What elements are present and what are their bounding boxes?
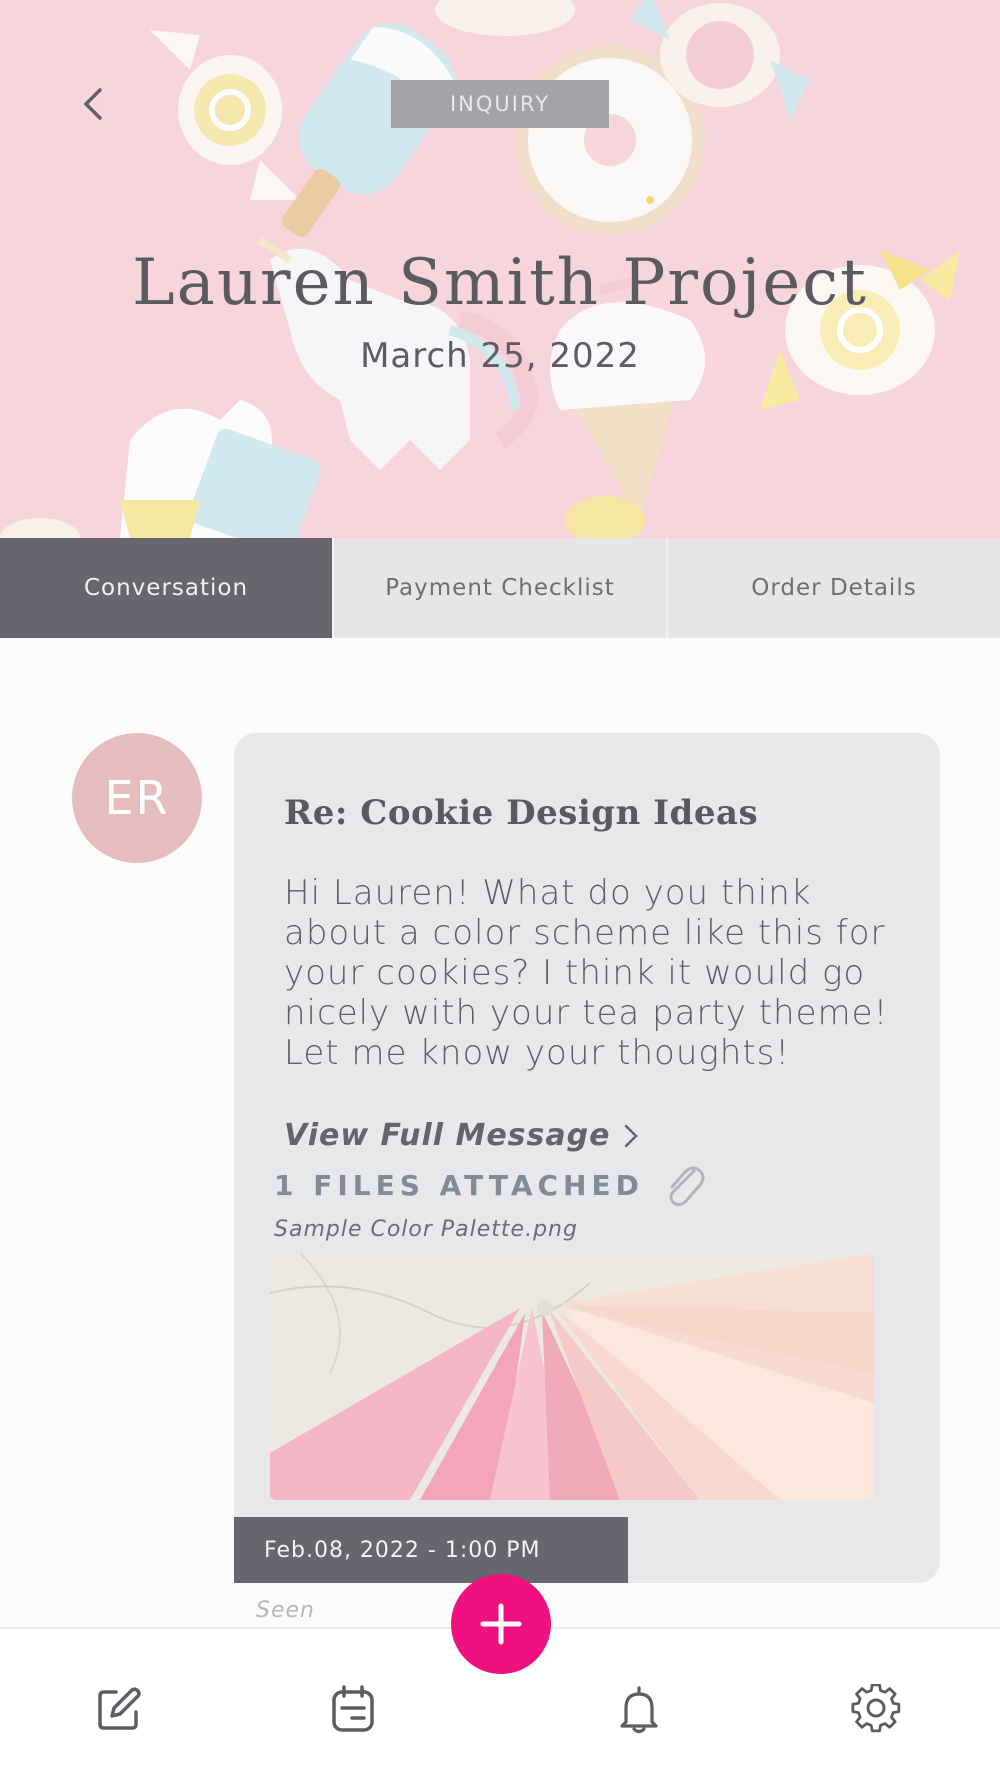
settings-button[interactable] — [851, 1683, 901, 1734]
piping-bags-photo — [270, 1253, 874, 1500]
calendar-button[interactable] — [328, 1684, 378, 1734]
view-full-message-link[interactable]: View Full Message — [284, 1118, 640, 1153]
attachment-image[interactable] — [270, 1253, 874, 1500]
plus-icon — [480, 1603, 522, 1645]
gear-icon — [851, 1683, 901, 1733]
calendar-icon — [332, 1685, 374, 1732]
paperclip-icon — [669, 1166, 705, 1207]
tab-bar: Conversation Payment Checklist Order Det… — [0, 538, 1000, 638]
message-body: Hi Lauren! What do you think about a col… — [284, 873, 889, 1073]
view-full-message-label: View Full Message — [284, 1118, 611, 1153]
bell-icon — [620, 1686, 658, 1734]
add-button[interactable] — [451, 1574, 551, 1674]
files-attached-header: 1 FILES ATTACHED — [274, 1161, 706, 1209]
message-subject: Re: Cookie Design Ideas — [284, 793, 759, 833]
tab-conversation[interactable]: Conversation — [0, 538, 332, 638]
read-status: Seen — [256, 1598, 315, 1623]
avatar: ER — [72, 733, 202, 863]
status-badge: INQUIRY — [391, 80, 609, 128]
files-attached-label: 1 FILES ATTACHED — [274, 1168, 644, 1202]
message-card: Re: Cookie Design Ideas Hi Lauren! What … — [234, 733, 940, 1583]
tab-order-details[interactable]: Order Details — [666, 538, 1000, 638]
chevron-left-icon — [83, 88, 102, 120]
hero-header: INQUIRY Lauren Smith Project March 25, 2… — [0, 0, 1000, 538]
tab-payment-checklist[interactable]: Payment Checklist — [332, 538, 666, 638]
notifications-button[interactable] — [614, 1684, 664, 1734]
attachment-filename: Sample Color Palette.png — [274, 1217, 578, 1242]
project-date: March 25, 2022 — [360, 336, 640, 376]
page-title: Lauren Smith Project — [132, 246, 868, 320]
chevron-right-icon — [625, 1124, 639, 1147]
message-timestamp: Feb.08, 2022 - 1:00 PM — [234, 1517, 628, 1583]
compose-button[interactable] — [94, 1684, 144, 1734]
compose-icon — [98, 1687, 141, 1730]
back-button[interactable] — [78, 84, 108, 124]
